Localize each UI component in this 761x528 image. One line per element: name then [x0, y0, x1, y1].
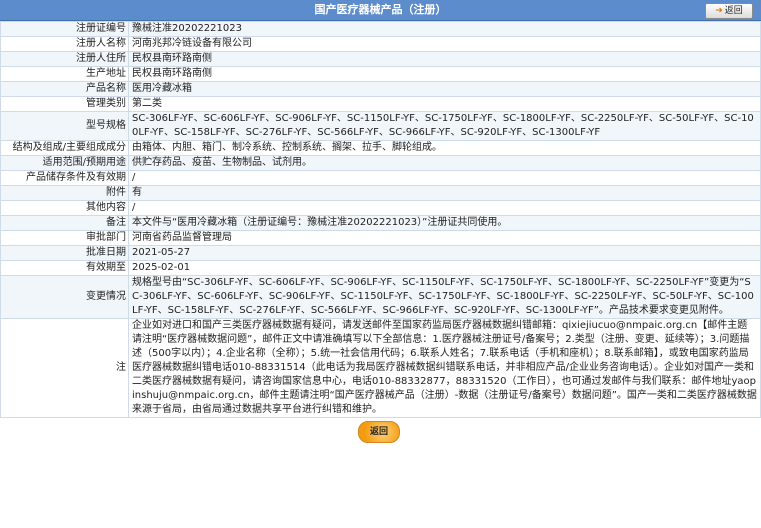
field-label: 批准日期	[0, 245, 129, 261]
field-value: 民权县南环路南侧	[128, 51, 761, 67]
field-label: 结构及组成/主要组成成分	[0, 140, 129, 156]
back-button-top[interactable]: ➜ 返回	[705, 3, 753, 19]
table-row: 有效期至 2025-02-01	[0, 260, 761, 276]
page-title: 国产医疗器械产品（注册）	[314, 3, 447, 16]
field-value: /	[128, 200, 761, 216]
table-row: 注册人名称 河南兆邦冷链设备有限公司	[0, 36, 761, 52]
field-label: 注	[0, 318, 129, 418]
back-button-top-label: 返回	[724, 6, 743, 16]
table-row: 产品储存条件及有效期 /	[0, 170, 761, 186]
field-value: 民权县南环路南侧	[128, 66, 761, 82]
field-label: 变更情况	[0, 275, 129, 319]
table-row: 产品名称 医用冷藏冰箱	[0, 81, 761, 97]
field-value: 医用冷藏冰箱	[128, 81, 761, 97]
field-value: 供贮存药品、疫苗、生物制品、试剂用。	[128, 155, 761, 171]
field-label: 附件	[0, 185, 129, 201]
table-row: 注企业如对进口和国产三类医疗器械数据有疑问，请发送邮件至国家药监局医疗器械数据纠…	[0, 318, 761, 418]
field-value: 2025-02-01	[128, 260, 761, 276]
table-row: 管理类别 第二类	[0, 96, 761, 112]
field-label: 注册人名称	[0, 36, 129, 52]
footer: 返回	[0, 418, 761, 444]
field-label: 生产地址	[0, 66, 129, 82]
page: 国产医疗器械产品（注册） ➜ 返回 注册证编号 豫械注准20202221023 注册人…	[0, 0, 761, 444]
field-value: SC-306LF-YF、SC-606LF-YF、SC-906LF-YF、SC-1…	[128, 111, 761, 141]
field-label: 备注	[0, 215, 129, 231]
field-label: 审批部门	[0, 230, 129, 246]
field-label: 有效期至	[0, 260, 129, 276]
table-row: 适用范围/预期用途 供贮存药品、疫苗、生物制品、试剂用。	[0, 155, 761, 171]
field-label: 注册人住所	[0, 51, 129, 67]
field-label: 产品名称	[0, 81, 129, 97]
field-value: 由箱体、内胆、箱门、制冷系统、控制系统、搁架、拉手、脚轮组成。	[128, 140, 761, 156]
field-label: 其他内容	[0, 200, 129, 216]
table-row: 型号规格 SC-306LF-YF、SC-606LF-YF、SC-906LF-YF、…	[0, 111, 761, 141]
field-value: 豫械注准20202221023	[128, 21, 761, 37]
table-row: 其他内容 /	[0, 200, 761, 216]
field-label: 型号规格	[0, 111, 129, 141]
table-row: 备注 本文件与“医用冷藏冰箱（注册证编号：豫械注准20202221023）”注册证…	[0, 215, 761, 231]
field-value: 本文件与“医用冷藏冰箱（注册证编号：豫械注准20202221023）”注册证共同…	[128, 215, 761, 231]
field-value: 河南兆邦冷链设备有限公司	[128, 36, 761, 52]
table-row: 注册证编号 豫械注准20202221023	[0, 21, 761, 37]
title-bar: 国产医疗器械产品（注册） ➜ 返回	[0, 0, 761, 21]
table-row: 审批部门 河南省药品监督管理局	[0, 230, 761, 246]
field-label: 产品储存条件及有效期	[0, 170, 129, 186]
table-row: 变更情况 规格型号由“SC-306LF-YF、SC-606LF-YF、SC-906…	[0, 275, 761, 319]
detail-table: 注册证编号 豫械注准20202221023 注册人名称 河南兆邦冷链设备有限公司 注册人…	[0, 21, 761, 418]
table-row: 生产地址 民权县南环路南侧	[0, 66, 761, 82]
field-label: 适用范围/预期用途	[0, 155, 129, 171]
table-row: 附件有	[0, 185, 761, 201]
field-value: 有	[128, 185, 761, 201]
table-row: 注册人住所 民权县南环路南侧	[0, 51, 761, 67]
field-value: 2021-05-27	[128, 245, 761, 261]
field-value: 规格型号由“SC-306LF-YF、SC-606LF-YF、SC-906LF-Y…	[128, 275, 761, 319]
back-arrow-icon: ➜	[715, 6, 723, 16]
field-label: 管理类别	[0, 96, 129, 112]
field-value: /	[128, 170, 761, 186]
field-label: 注册证编号	[0, 21, 129, 37]
field-value: 第二类	[128, 96, 761, 112]
table-row: 批准日期 2021-05-27	[0, 245, 761, 261]
back-button-bottom[interactable]: 返回	[358, 421, 400, 443]
field-value: 企业如对进口和国产三类医疗器械数据有疑问，请发送邮件至国家药监局医疗器械数据纠错…	[128, 318, 761, 418]
table-row: 结构及组成/主要组成成分 由箱体、内胆、箱门、制冷系统、控制系统、搁架、拉手、脚轮…	[0, 140, 761, 156]
field-value: 河南省药品监督管理局	[128, 230, 761, 246]
